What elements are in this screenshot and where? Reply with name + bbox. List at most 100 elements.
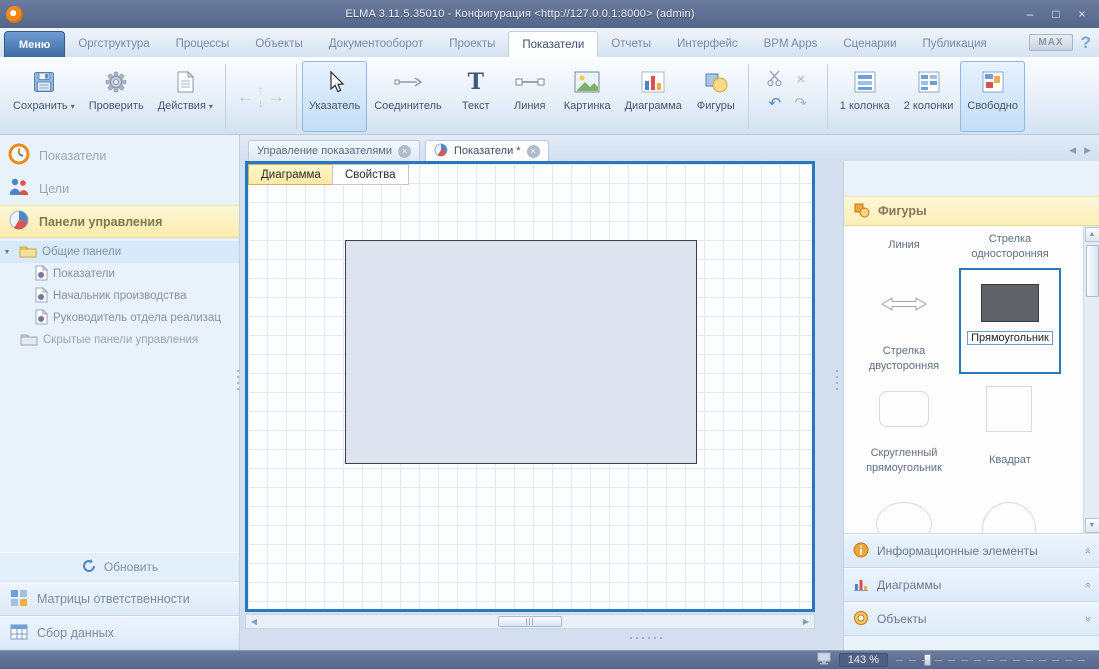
zoom-slider-thumb[interactable] — [924, 654, 931, 666]
one-column-button[interactable]: 1 колонка — [833, 61, 897, 132]
tree-node-nachalnik-proizvodstva[interactable]: Начальник производства — [0, 285, 239, 307]
tab-upravlenie-pokazatelyami[interactable]: Управление показателями × — [248, 140, 420, 161]
nav-up-button[interactable]: ↑ — [258, 84, 264, 96]
square-shape-icon[interactable] — [986, 386, 1032, 432]
editor-tab-label: Диаграмма — [261, 169, 321, 181]
menu-tab-dokumentooborot[interactable]: Документооборот — [316, 31, 436, 57]
sidebar-item-label: Матрицы ответственности — [37, 592, 190, 606]
close-tab-icon[interactable]: × — [398, 145, 411, 158]
redo-button[interactable]: ↷ — [795, 96, 808, 111]
horizontal-splitter-handle[interactable] — [630, 637, 662, 639]
nav-down-button[interactable]: ↓ — [258, 97, 264, 109]
section-diagrammy[interactable]: Диаграммы » — [844, 568, 1099, 602]
tab-pokazateli[interactable]: Показатели * × — [425, 140, 549, 161]
left-splitter-handle[interactable] — [237, 370, 239, 390]
editor-tab-diagramma[interactable]: Диаграмма — [248, 164, 334, 185]
undo-button[interactable]: ↶ — [769, 96, 782, 111]
menu-tab-proekty[interactable]: Проекты — [436, 31, 508, 57]
menu-tab-processy[interactable]: Процессы — [163, 31, 243, 57]
sidebar-item-pokazateli[interactable]: Показатели — [0, 139, 239, 172]
scroll-left-icon[interactable]: ◀ — [246, 617, 262, 626]
scroll-right-icon[interactable]: ▶ — [798, 617, 814, 626]
help-icon[interactable]: ? — [1081, 33, 1091, 53]
diagram-tool-button[interactable]: Диаграмма — [618, 61, 689, 132]
free-layout-button[interactable]: Свободно — [960, 61, 1025, 132]
shapes-panel-header[interactable]: Фигуры — [844, 196, 1099, 226]
two-way-arrow-shape-icon[interactable] — [880, 294, 928, 317]
right-splitter-handle[interactable] — [836, 370, 838, 390]
tree-node-pokazateli[interactable]: Показатели — [0, 263, 239, 285]
tree-node-obshchie-paneli[interactable]: ▼ Общие панели — [0, 241, 239, 263]
section-obekty[interactable]: Объекты » — [844, 602, 1099, 636]
sidebar-item-paneli-upravleniya[interactable]: Панели управления — [0, 205, 239, 238]
tree-node-rukovoditel-otdela[interactable]: Руководитель отдела реализац — [0, 307, 239, 329]
menu-tab-orgstructura[interactable]: Оргструктура — [65, 31, 162, 57]
menu-tab-obekty[interactable]: Объекты — [242, 31, 315, 57]
shape-cell-line[interactable]: Линия — [854, 238, 954, 253]
dashboard-canvas[interactable]: Диаграмма Свойства — [245, 161, 815, 612]
actions-button[interactable]: Действия▾ — [151, 61, 220, 132]
two-columns-label: 2 колонки — [904, 100, 954, 112]
shape-cell-two-way-arrow[interactable]: Стрелка двусторонняя — [854, 344, 954, 374]
shapes-tool-button[interactable]: Фигуры — [689, 61, 743, 132]
sidebar-item-matritsy[interactable]: Матрицы ответственности — [0, 582, 239, 616]
shape-cell-one-way-arrow[interactable]: Стрелка односторонняя — [960, 232, 1060, 262]
scrollbar-thumb[interactable] — [498, 616, 562, 627]
menu-tab-bpm-apps[interactable]: BPM Apps — [751, 31, 831, 57]
scrollbar-track[interactable] — [262, 615, 798, 628]
connector-tool-button[interactable]: Соединитель — [367, 61, 449, 132]
shape-cell-rectangle-selected[interactable]: Прямоугольник — [959, 268, 1061, 374]
picture-tool-button[interactable]: Картинка — [557, 61, 618, 132]
close-button[interactable]: × — [1069, 4, 1095, 24]
scroll-up-icon[interactable]: ▲ — [1085, 227, 1099, 242]
sidebar-item-tseli[interactable]: Цели — [0, 172, 239, 205]
minimize-button[interactable]: – — [1017, 4, 1043, 24]
sidebar-item-label: Показатели — [39, 149, 106, 163]
shape-cell-rounded-rectangle[interactable]: Скругленный прямоугольник — [854, 446, 954, 476]
tab-scroll-right-icon[interactable]: ▶ — [1084, 145, 1091, 156]
menu-button[interactable]: Меню — [4, 31, 65, 57]
palette-scrollbar[interactable]: ▲ ▼ — [1083, 226, 1099, 534]
delete-button[interactable]: × — [796, 72, 805, 87]
canvas-rectangle-shape[interactable] — [345, 240, 697, 464]
menu-tab-interfeys[interactable]: Интерфейс — [664, 31, 751, 57]
check-button[interactable]: Проверить — [82, 61, 151, 132]
nav-forward-button[interactable]: → — [268, 88, 285, 105]
max-button[interactable]: MAX — [1029, 34, 1072, 51]
line-label: Линия — [514, 100, 546, 112]
pointer-tool-button[interactable]: Указатель — [302, 61, 367, 132]
menu-tab-pokazateli[interactable]: Показатели — [508, 31, 598, 57]
shape-cell-square[interactable]: Квадрат — [960, 453, 1060, 468]
sidebar-item-sbor-dannykh[interactable]: Сбор данных — [0, 616, 239, 650]
cut-button[interactable] — [766, 69, 784, 90]
menu-tab-scenarii[interactable]: Сценарии — [830, 31, 909, 57]
save-button[interactable]: Сохранить▾ — [6, 61, 82, 132]
palette-scrollbar-thumb[interactable] — [1086, 245, 1099, 297]
tree-expander-icon[interactable]: ▼ — [0, 249, 14, 256]
tab-pie-icon — [434, 143, 448, 160]
close-tab-icon[interactable]: × — [527, 145, 540, 158]
menu-tab-publikatsiya[interactable]: Публикация — [910, 31, 1000, 57]
section-informatsionnye-elementy[interactable]: Информационные элементы » — [844, 534, 1099, 568]
editor-tab-svoystva[interactable]: Свойства — [332, 164, 409, 185]
tree-node-skrytye-paneli[interactable]: Скрытые панели управления — [0, 329, 239, 351]
canvas-horizontal-scrollbar[interactable]: ◀ ▶ — [245, 614, 815, 629]
nav-back-button[interactable]: ← — [237, 88, 254, 105]
shapes-icon — [704, 67, 728, 97]
ellipse-shape-icon[interactable] — [876, 502, 932, 534]
collapse-chevron-icon[interactable]: » — [1082, 548, 1094, 554]
expand-chevron-icon[interactable]: » — [1082, 616, 1094, 622]
menu-tab-otchety[interactable]: Отчеты — [598, 31, 664, 57]
rounded-rectangle-shape-icon[interactable] — [879, 391, 929, 427]
text-tool-button[interactable]: T Текст — [449, 61, 503, 132]
scroll-down-icon[interactable]: ▼ — [1085, 518, 1099, 533]
circle-shape-icon[interactable] — [982, 502, 1036, 534]
zoom-slider[interactable] — [896, 653, 1091, 667]
line-tool-button[interactable]: Линия — [503, 61, 557, 132]
two-columns-button[interactable]: 2 колонки — [897, 61, 961, 132]
refresh-button[interactable]: Обновить — [0, 552, 239, 582]
maximize-button[interactable]: □ — [1043, 4, 1069, 24]
sidebar-spacer — [0, 351, 239, 552]
tab-scroll-left-icon[interactable]: ◀ — [1069, 145, 1076, 156]
collapse-chevron-icon[interactable]: » — [1082, 582, 1094, 588]
